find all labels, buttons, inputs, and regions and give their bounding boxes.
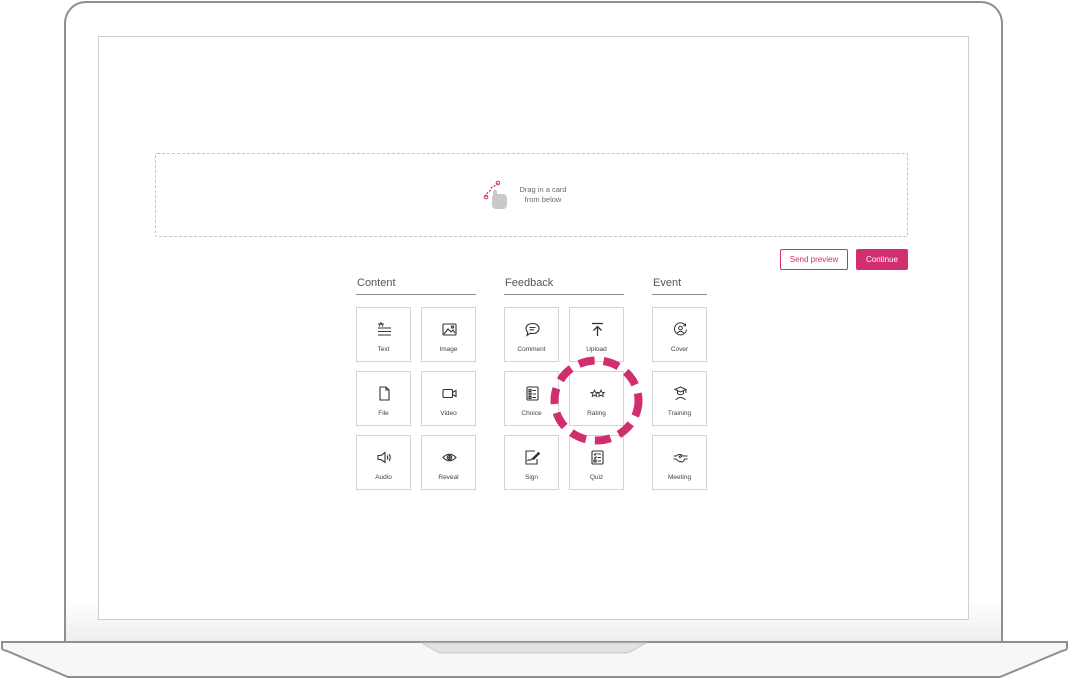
- card-label: File: [378, 410, 389, 417]
- continue-button[interactable]: Continue: [856, 249, 908, 270]
- file-icon: [379, 386, 390, 401]
- card-training[interactable]: Training: [652, 371, 707, 426]
- card-label: Rating: [587, 410, 606, 417]
- drop-zone-hint: Drag in a card from below: [512, 185, 574, 205]
- checklist-icon: [526, 386, 539, 401]
- card-quiz[interactable]: Quiz: [569, 435, 624, 490]
- card-sign[interactable]: Sign: [504, 435, 559, 490]
- card-label: Choice: [521, 410, 542, 417]
- card-image[interactable]: Image: [421, 307, 476, 362]
- card-label: Cover: [670, 346, 689, 353]
- card-label: Image: [439, 346, 458, 353]
- section-title-feedback: Feedback: [504, 277, 624, 295]
- send-preview-button[interactable]: Send preview: [780, 249, 848, 270]
- training-icon: [673, 386, 688, 401]
- card-text[interactable]: Text: [356, 307, 411, 362]
- section-title-content: Content: [356, 277, 476, 295]
- cover-icon: [674, 322, 687, 336]
- card-label: Audio: [375, 474, 392, 481]
- drop-zone-hint-line2: from below: [524, 195, 562, 204]
- card-label: Text: [377, 346, 390, 353]
- drop-zone-hint-line1: Drag in a card: [519, 185, 567, 194]
- eye-icon: [442, 453, 457, 462]
- card-label: Quiz: [589, 474, 604, 481]
- handshake-icon: [673, 454, 688, 463]
- card-reveal[interactable]: Reveal: [421, 435, 476, 490]
- card-choice[interactable]: Choice: [504, 371, 559, 426]
- card-video[interactable]: Video: [421, 371, 476, 426]
- card-comment[interactable]: Comment: [504, 307, 559, 362]
- card-meeting[interactable]: Meeting: [652, 435, 707, 490]
- stars-icon: [590, 388, 605, 398]
- card-label: Upload: [586, 346, 607, 353]
- card-audio[interactable]: Audio: [356, 435, 411, 490]
- image-icon: [442, 323, 457, 336]
- card-upload[interactable]: Upload: [569, 307, 624, 362]
- video-icon: [442, 388, 457, 399]
- drag-hand-icon: [483, 180, 507, 209]
- audio-icon: [377, 451, 391, 464]
- card-label: Video: [440, 410, 457, 417]
- card-label: Meeting: [667, 474, 692, 481]
- comment-icon: [525, 322, 540, 337]
- quiz-icon: [591, 450, 604, 465]
- card-cover[interactable]: Cover: [652, 307, 707, 362]
- card-label: Comment: [517, 346, 546, 353]
- card-label: Training: [667, 410, 692, 417]
- card-rating[interactable]: Rating: [569, 371, 624, 426]
- card-label: Sign: [524, 474, 538, 481]
- section-title-event: Event: [652, 277, 707, 295]
- laptop-base: [1, 641, 1068, 678]
- card-label: Reveal: [438, 474, 459, 481]
- text-icon: [378, 322, 391, 336]
- card-file[interactable]: File: [356, 371, 411, 426]
- signature-icon: [525, 450, 540, 465]
- upload-icon: [592, 322, 603, 336]
